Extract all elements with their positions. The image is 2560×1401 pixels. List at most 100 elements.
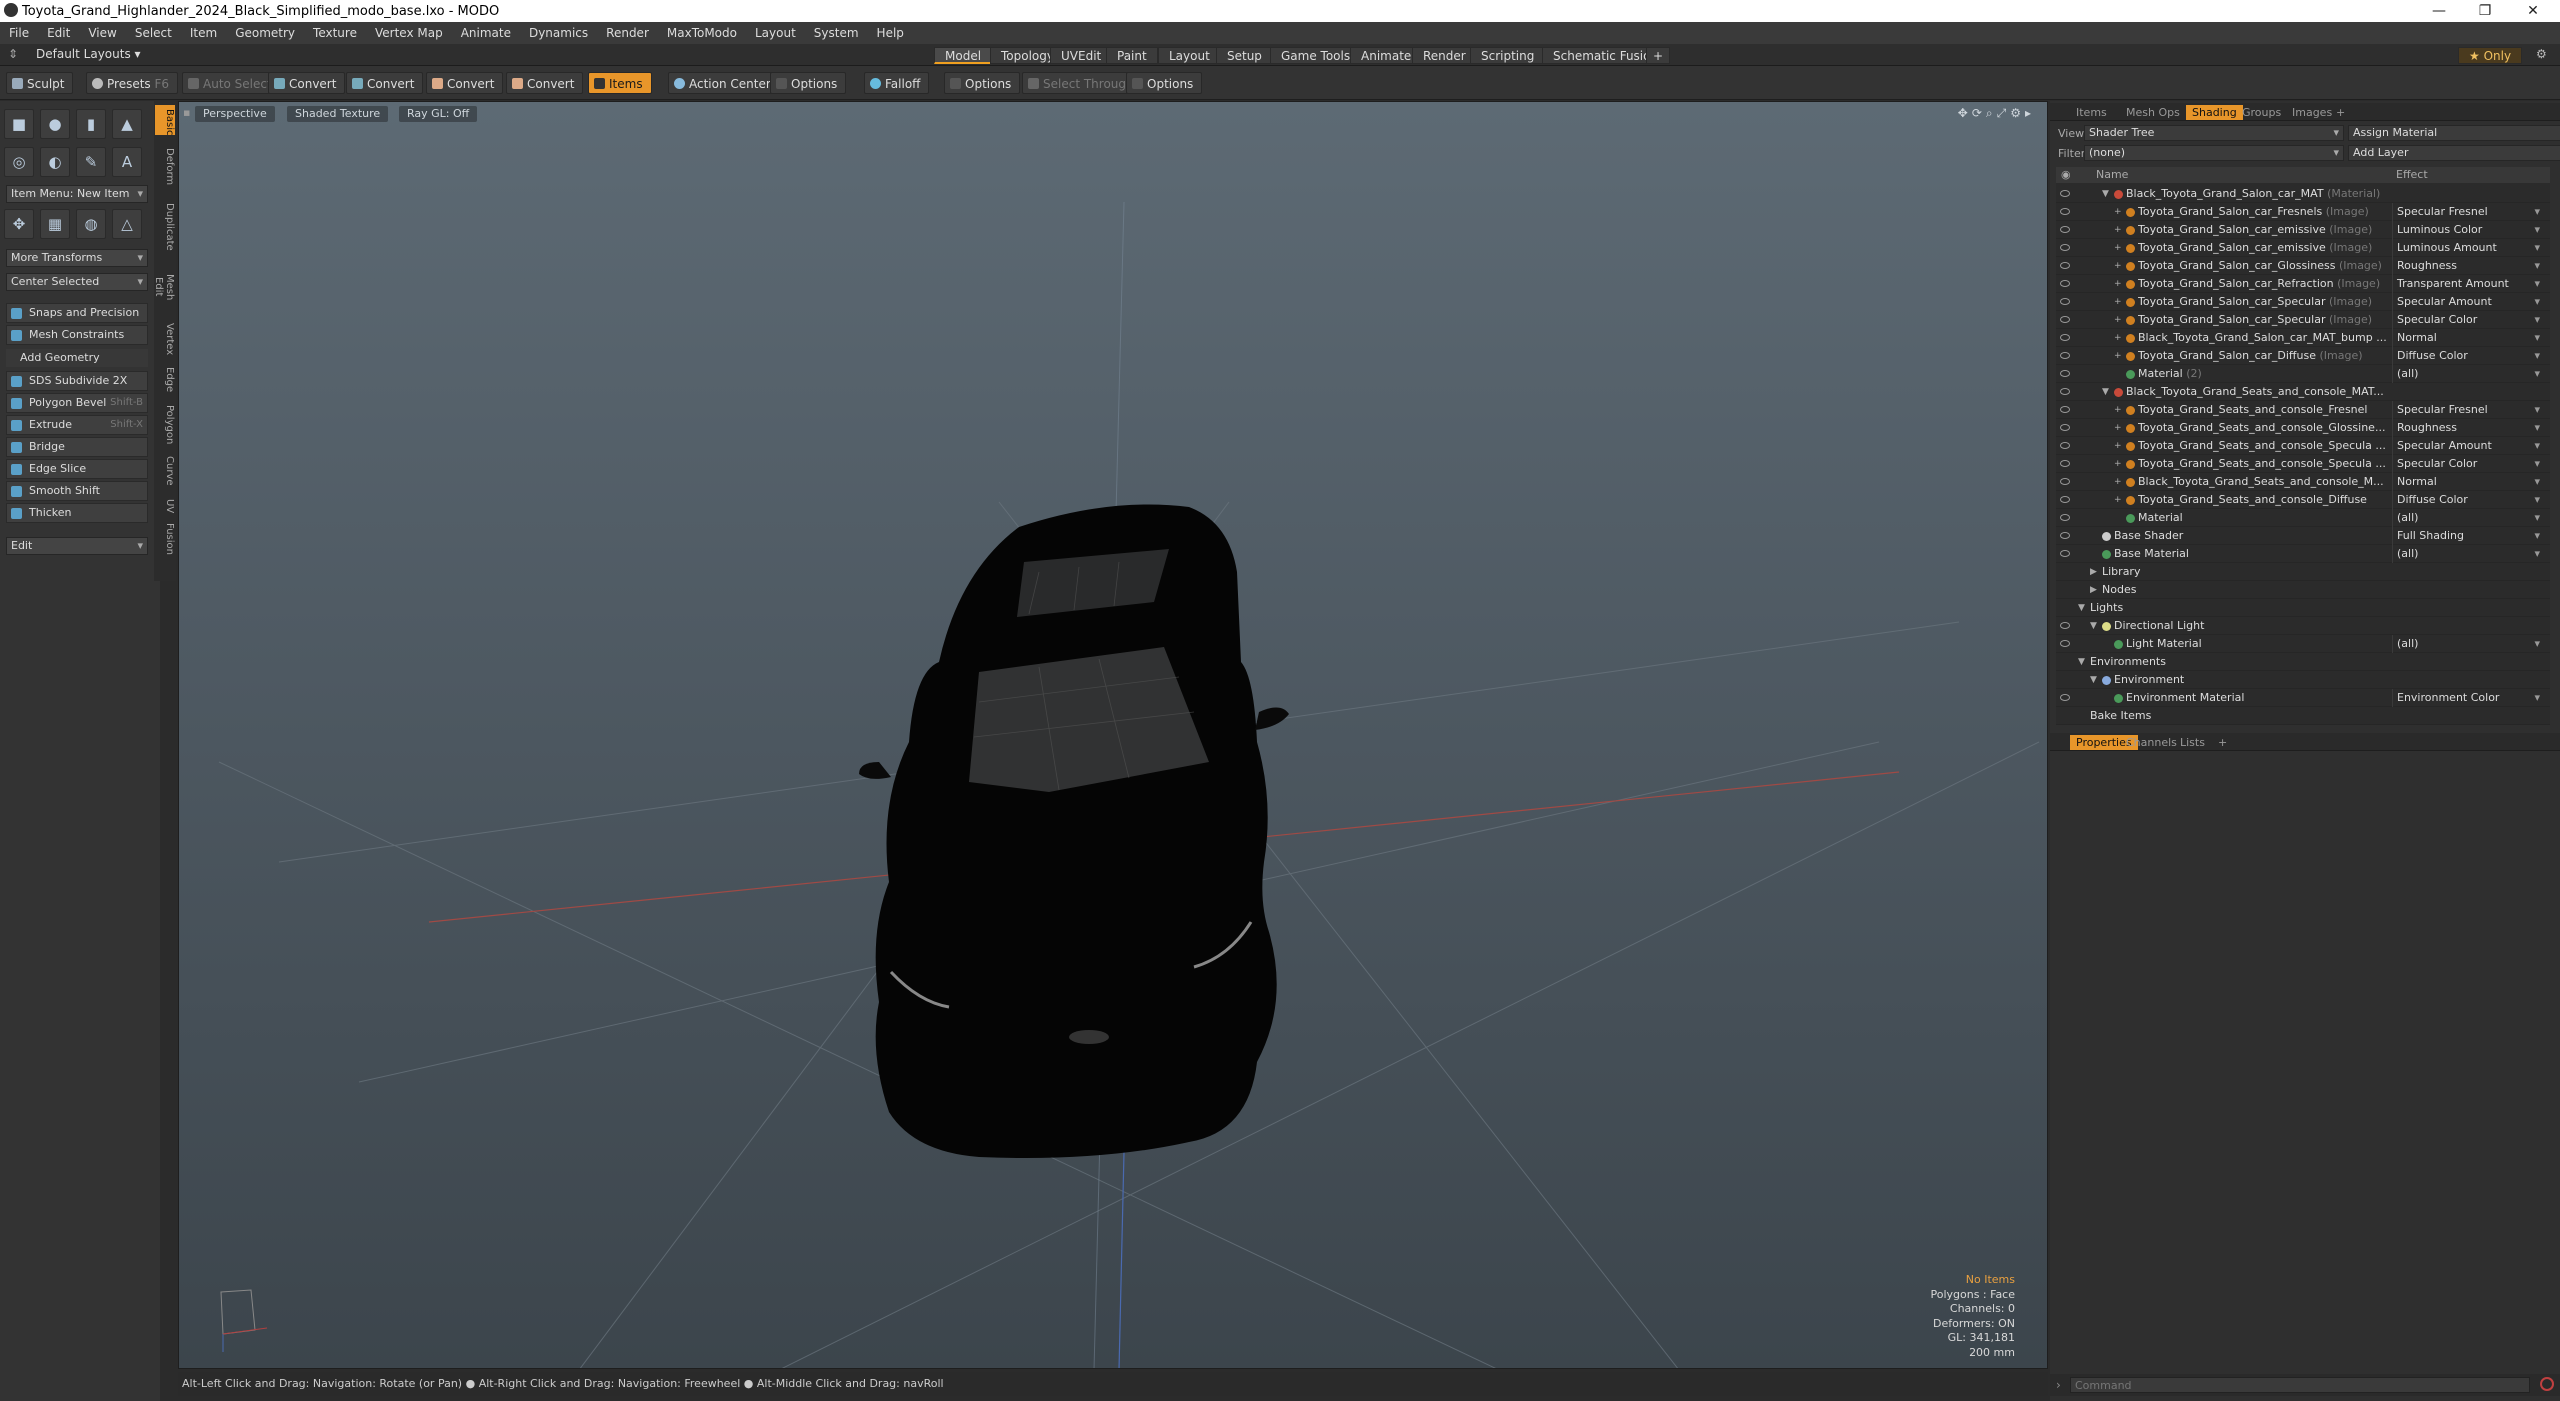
panel-tab-shading[interactable]: Shading — [2186, 105, 2243, 120]
shader-tree-row[interactable]: + Toyota_Grand_Salon_car_emissive (Image)… — [2056, 239, 2550, 257]
menu-item-vertex-map[interactable]: Vertex Map — [366, 26, 452, 40]
torus-icon[interactable]: ◎ — [4, 147, 34, 177]
vtab-deform[interactable]: Deform — [155, 139, 175, 195]
vtab-curve[interactable]: Curve — [155, 451, 175, 491]
shader-tree-row[interactable]: + Toyota_Grand_Salon_car_Specular (Image)… — [2056, 311, 2550, 329]
expand-arrow-icon[interactable]: ▼ — [2102, 185, 2109, 203]
menu-item-help[interactable]: Help — [868, 26, 913, 40]
visibility-eye-icon[interactable] — [2060, 262, 2070, 269]
expand-arrow-icon[interactable]: + — [2114, 311, 2122, 329]
expand-arrow-icon[interactable]: ▼ — [2090, 671, 2097, 689]
add-panel-tab-button[interactable]: + — [2330, 105, 2351, 120]
convert-materials-button[interactable]: Convert — [506, 72, 584, 94]
shader-tree-row[interactable]: + Toyota_Grand_Seats_and_console_Glossine… — [2056, 419, 2550, 437]
expand-arrow-icon[interactable]: + — [2114, 293, 2122, 311]
shader-tree-row[interactable]: Bake Items — [2056, 707, 2550, 725]
shader-tree-row[interactable]: ▼ Black_Toyota_Grand_Seats_and_console_MA… — [2056, 383, 2550, 401]
tool-smooth-shift[interactable]: Smooth Shift — [6, 481, 148, 501]
layer-effect-select[interactable]: Specular Amount — [2392, 437, 2542, 455]
prism-icon[interactable]: △ — [112, 209, 142, 239]
layer-effect-select[interactable]: Specular Color — [2392, 455, 2542, 473]
select-through-button[interactable]: Select Through — [1022, 72, 1143, 94]
layout-tab-layout[interactable]: Layout — [1158, 47, 1221, 64]
visibility-eye-icon[interactable] — [2060, 226, 2070, 233]
shader-tree-row[interactable]: + Black_Toyota_Grand_Salon_car_MAT_bump .… — [2056, 329, 2550, 347]
expand-arrow-icon[interactable]: + — [2114, 203, 2122, 221]
layer-effect-select[interactable]: Roughness — [2392, 419, 2542, 437]
layout-tab-game-tools[interactable]: Game Tools — [1270, 47, 1362, 64]
action-center-options-button[interactable]: Options — [770, 72, 847, 94]
center-selected-dropdown[interactable]: Center Selected — [6, 273, 148, 291]
visibility-eye-icon[interactable] — [2060, 424, 2070, 431]
pen-icon[interactable]: ✎ — [76, 147, 106, 177]
visibility-eye-icon[interactable] — [2060, 352, 2070, 359]
visibility-eye-icon[interactable] — [2060, 244, 2070, 251]
expand-arrow-icon[interactable]: + — [2114, 437, 2122, 455]
falloff-button[interactable]: Falloff — [864, 72, 930, 94]
3d-viewport[interactable]: ▪ Perspective Shaded Texture Ray GL: Off… — [178, 101, 2048, 1369]
expand-arrow-icon[interactable]: + — [2114, 455, 2122, 473]
view-type-button[interactable]: Perspective — [195, 106, 275, 122]
shader-tree-row[interactable]: + Toyota_Grand_Seats_and_console_Specula … — [2056, 437, 2550, 455]
shader-tree-row[interactable]: Material (2) (all) — [2056, 365, 2550, 383]
vtab-edge[interactable]: Edge — [155, 363, 175, 397]
shader-tree-row[interactable]: Material (all) — [2056, 509, 2550, 527]
action-center-button[interactable]: Action Center — [668, 72, 780, 94]
tool-polygon-bevel[interactable]: Polygon Bevel Shift-B — [6, 393, 148, 413]
shader-tree-row[interactable]: + Toyota_Grand_Seats_and_console_Diffuse D… — [2056, 491, 2550, 509]
menu-item-system[interactable]: System — [805, 26, 868, 40]
expand-arrow-icon[interactable]: + — [2114, 347, 2122, 365]
transform-icon[interactable]: ✥ — [4, 209, 34, 239]
expand-arrow-icon[interactable]: + — [2114, 473, 2122, 491]
panel-tab-mesh-ops[interactable]: Mesh Ops — [2120, 105, 2186, 120]
vtab-mesh-edit[interactable]: Mesh Edit — [153, 259, 175, 315]
mesh-constraints-button[interactable]: Mesh Constraints — [6, 325, 148, 345]
visibility-eye-icon[interactable] — [2060, 316, 2070, 323]
menu-item-maxtomodo[interactable]: MaxToModo — [658, 26, 746, 40]
auto-select-button[interactable]: Auto Select — [182, 72, 281, 94]
expand-arrow-icon[interactable]: ▶ — [2090, 563, 2097, 581]
shader-tree-row[interactable]: + Toyota_Grand_Salon_car_emissive (Image)… — [2056, 221, 2550, 239]
falloff-options-button[interactable]: Options — [944, 72, 1021, 94]
vtab-fusion[interactable]: Fusion — [155, 519, 175, 555]
visibility-eye-icon[interactable] — [2060, 496, 2070, 503]
viewport-menu-icon[interactable]: ▪ — [183, 106, 190, 119]
layout-settings-gear-icon[interactable]: ⚙ — [2536, 47, 2547, 61]
menu-item-item[interactable]: Item — [181, 26, 226, 40]
vtab-polygon[interactable]: Polygon — [155, 401, 175, 447]
filter-select[interactable]: (none) — [2084, 145, 2344, 161]
visibility-eye-icon[interactable] — [2060, 280, 2070, 287]
visibility-eye-icon[interactable] — [2060, 442, 2070, 449]
layer-effect-select[interactable]: Transparent Amount — [2392, 275, 2542, 293]
expand-arrow-icon[interactable]: + — [2114, 419, 2122, 437]
visibility-eye-icon[interactable] — [2060, 460, 2070, 467]
visibility-eye-icon[interactable] — [2060, 514, 2070, 521]
layout-tab-setup[interactable]: Setup — [1216, 47, 1273, 64]
expand-arrow-icon[interactable]: + — [2114, 221, 2122, 239]
layer-effect-select[interactable]: Luminous Amount — [2392, 239, 2542, 257]
shader-tree-row[interactable]: ▶ Library — [2056, 563, 2550, 581]
expand-arrow-icon[interactable]: + — [2114, 239, 2122, 257]
layer-effect-select[interactable]: (all) — [2392, 635, 2542, 653]
shader-tree-row[interactable]: + Toyota_Grand_Salon_car_Diffuse (Image) D… — [2056, 347, 2550, 365]
layer-effect-select[interactable]: (all) — [2392, 365, 2542, 383]
shader-tree-row[interactable]: ▼ Directional Light — [2056, 617, 2550, 635]
visibility-eye-icon[interactable] — [2060, 208, 2070, 215]
edit-dropdown[interactable]: Edit — [6, 537, 148, 555]
vtab-vertex[interactable]: Vertex — [155, 319, 175, 359]
command-input[interactable] — [2070, 1377, 2530, 1393]
layer-effect-select[interactable]: (all) — [2392, 509, 2542, 527]
shader-tree-row[interactable]: Base Material (all) — [2056, 545, 2550, 563]
layer-effect-select[interactable]: Environment Color — [2392, 689, 2542, 707]
layer-effect-select[interactable]: (all) — [2392, 545, 2542, 563]
layer-effect-select[interactable]: Roughness — [2392, 257, 2542, 275]
visibility-eye-icon[interactable] — [2060, 190, 2070, 197]
expand-arrow-icon[interactable]: + — [2114, 491, 2122, 509]
lower-tab-lists[interactable]: Lists — [2174, 735, 2211, 750]
layout-tab-scripting[interactable]: Scripting — [1470, 47, 1546, 64]
close-button[interactable]: ✕ — [2510, 0, 2556, 22]
menu-item-file[interactable]: File — [0, 26, 38, 40]
expand-arrow-icon[interactable]: ▶ — [2090, 581, 2097, 599]
shader-tree-row[interactable]: Base Shader Full Shading — [2056, 527, 2550, 545]
shader-tree-row[interactable]: + Black_Toyota_Grand_Seats_and_console_M.… — [2056, 473, 2550, 491]
